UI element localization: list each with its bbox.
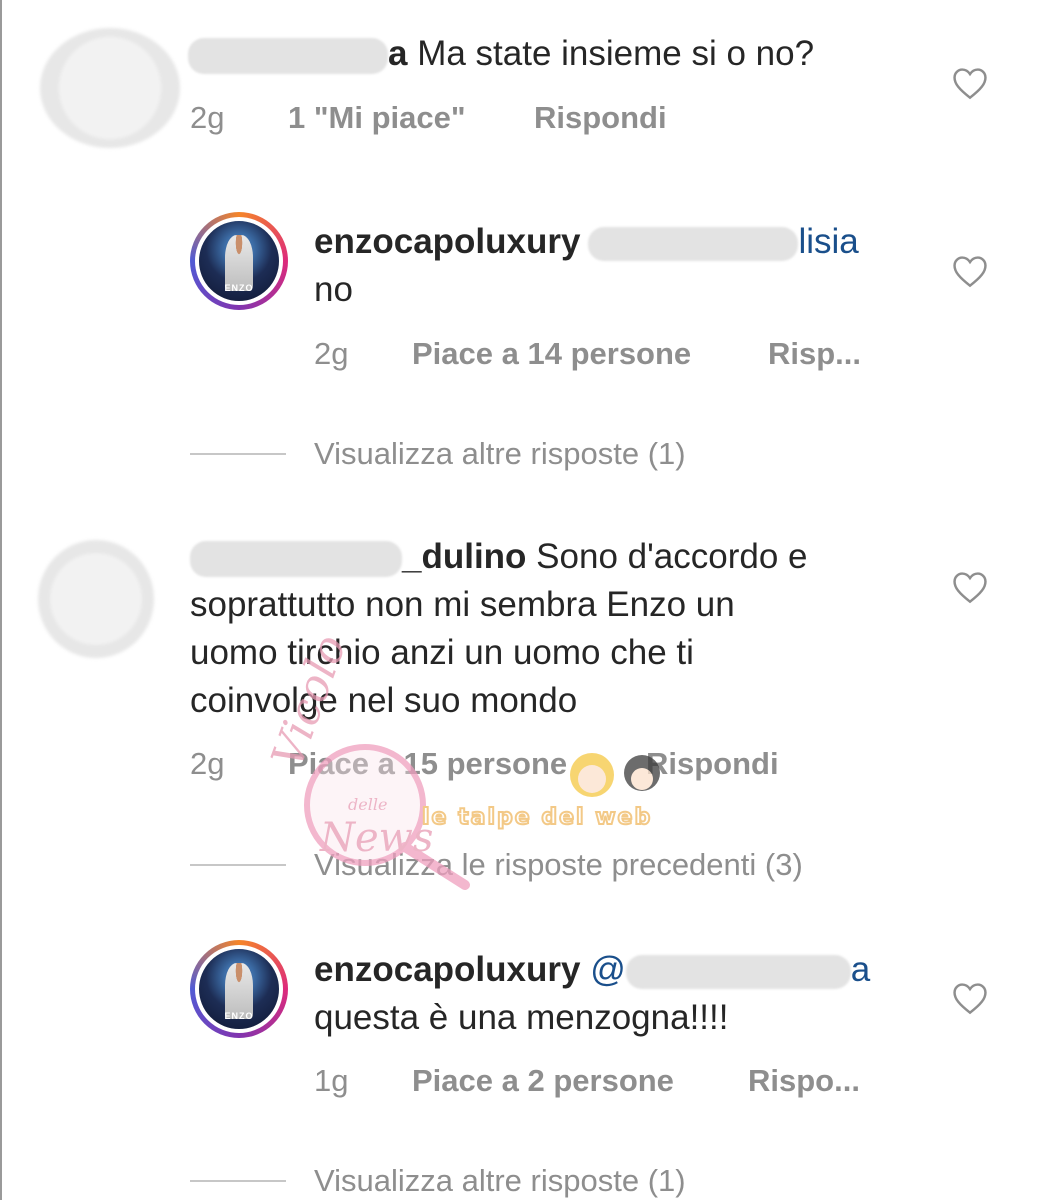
likes-count[interactable]: 1 "Mi piace" [288,100,466,136]
comment-text: enzocapoluxury @ a questa è una menzogna!… [314,946,934,1042]
username[interactable]: a [388,34,407,73]
divider-line [190,453,286,455]
view-previous-replies[interactable]: Visualizza le risposte precedenti (3) [314,847,803,883]
view-more-replies[interactable]: Visualizza altre risposte (1) [314,1163,686,1199]
avatar[interactable]: ENZO [190,940,288,1038]
avatar-image: ENZO [195,217,283,305]
heart-icon[interactable] [951,570,989,604]
comment-body-line: Sono d'accordo e [536,537,808,576]
mention[interactable]: lisia [798,222,858,261]
username[interactable]: enzocapoluxury [314,222,580,261]
mention[interactable]: @ [590,950,626,989]
comment-body-line: soprattutto non mi sembra Enzo un [190,585,735,624]
username[interactable]: enzocapoluxury [314,950,580,989]
avatar[interactable]: ENZO [190,212,288,310]
watermark-banner: le talpe del web [421,804,653,831]
heart-icon[interactable] [951,254,989,288]
comment-body: Ma state insieme si o no? [417,34,815,73]
view-more-replies[interactable]: Visualizza altre risposte (1) [314,436,686,472]
comment-time: 1g [314,1063,349,1098]
comment-text: _dulino Sono d'accordo e soprattutto non… [190,533,910,725]
reply-button[interactable]: Risp... [768,336,861,372]
reply-button[interactable]: Rispondi [646,746,779,782]
comment-body-line: uomo tirchio anzi un uomo che ti [190,633,694,672]
redacted-username [190,540,402,577]
comment-text: enzocapoluxury lisia no [314,218,934,314]
heart-icon[interactable] [951,66,989,100]
heart-icon[interactable] [951,981,989,1015]
redacted-username [188,37,388,74]
avatar-label: ENZO [224,283,254,293]
reply-button[interactable]: Rispo... [748,1063,860,1099]
avatar[interactable] [40,28,180,148]
redacted-mention [588,226,799,261]
comment-time: 2g [190,100,225,135]
avatar[interactable] [38,540,154,658]
redacted-mention [625,954,851,989]
reply-button[interactable]: Rispondi [534,100,667,136]
comment-body: questa è una menzogna!!!! [314,998,729,1037]
divider-line [190,1180,286,1182]
comment-time: 2g [314,336,349,371]
likes-count[interactable]: Piace a 14 persone [412,336,691,372]
watermark-script-small: delle [348,795,388,814]
comment-body-line: coinvolge nel suo mondo [190,681,578,720]
divider-line [190,864,286,866]
avatar-image: ENZO [195,945,283,1033]
username[interactable]: _dulino [402,537,526,576]
likes-count[interactable]: Piace a 2 persone [412,1063,674,1099]
mention[interactable]: a [851,950,870,989]
frame-edge [0,0,2,1200]
comment-text: a Ma state insieme si o no? [188,30,814,78]
comment-time: 2g [190,746,225,781]
avatar-label: ENZO [224,1011,254,1021]
comment-body: no [314,270,353,309]
likes-count[interactable]: Piace a 15 persone [288,746,567,782]
